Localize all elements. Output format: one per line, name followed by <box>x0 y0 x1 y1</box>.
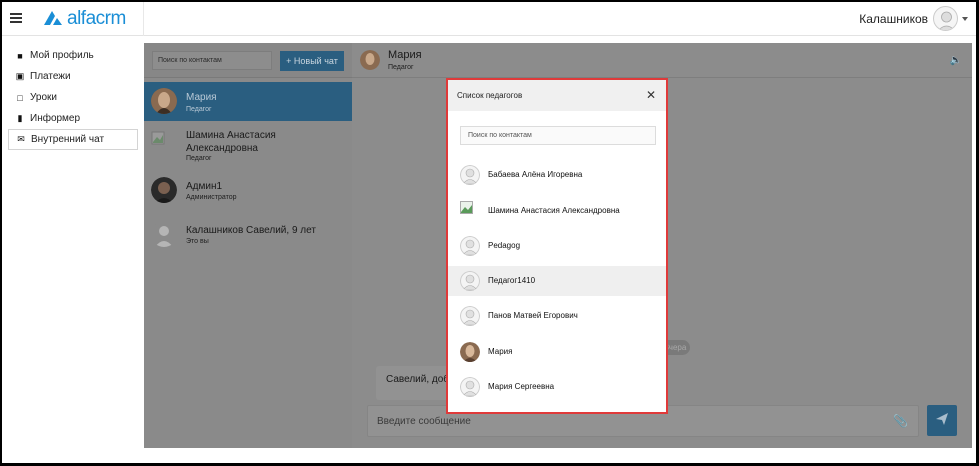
sidebar-item-lessons[interactable]: □ Уроки <box>8 87 138 108</box>
sidebar-item-label: Информер <box>30 113 81 124</box>
avatar <box>151 177 177 203</box>
sidebar-item-label: Внутренний чат <box>31 134 105 145</box>
send-icon <box>936 413 948 425</box>
list-item[interactable]: Панов Матвей Егорович <box>448 301 666 331</box>
sidebar-item-payments[interactable]: ▣ Платежи <box>8 66 138 87</box>
contact-role: Администратор <box>186 194 237 201</box>
avatar <box>460 271 480 291</box>
teacher-name: Бабаева Алёна Игоревна <box>488 170 583 179</box>
avatar <box>460 306 480 326</box>
paperclip-icon[interactable]: 📎 <box>893 414 908 428</box>
avatar <box>151 221 177 247</box>
sidebar-item-label: Уроки <box>30 92 57 103</box>
avatar <box>151 88 177 114</box>
sidebar-nav: ■ Мой профиль ▣ Платежи □ Уроки ▮ Информ… <box>8 45 138 150</box>
avatar <box>460 377 480 397</box>
search-input[interactable]: Поиск по контактам <box>152 51 272 70</box>
speaker-icon[interactable]: 🔈 <box>950 55 962 66</box>
contact-name: Шамина Анастасия Александровна <box>186 130 276 154</box>
logo-icon <box>44 11 62 25</box>
close-icon[interactable]: ✕ <box>646 88 656 102</box>
new-chat-button[interactable]: + Новый чат <box>280 51 344 71</box>
conversation-header: Мария Педагог 🔈 <box>352 43 972 78</box>
conversation-name: Мария <box>388 49 422 61</box>
modal-title: Список педагогов <box>457 91 523 100</box>
contacts-panel: Поиск по контактам + Новый чат Мария Пед… <box>144 43 352 448</box>
avatar <box>460 165 480 185</box>
money-icon: ▣ <box>15 71 25 81</box>
message-bubble: Савелий, добр <box>376 366 456 400</box>
teacher-name: Панов Матвей Егорович <box>488 311 578 320</box>
contact-role: Педагог <box>186 155 212 162</box>
sidebar-item-profile[interactable]: ■ Мой профиль <box>8 45 138 66</box>
sidebar-item-label: Мой профиль <box>30 50 94 61</box>
teacher-name: Педагог1410 <box>488 276 536 285</box>
list-item[interactable]: Шамина Анастасия Александровна <box>448 196 666 226</box>
avatar[interactable] <box>933 6 958 31</box>
list-item[interactable]: Админ1 Администратор <box>144 173 352 209</box>
list-item[interactable]: Pedagog <box>448 231 666 261</box>
menu-icon[interactable] <box>10 13 22 23</box>
app-window: alfacrm Калашников ■ Мой профиль ▣ Плате… <box>2 2 976 463</box>
chevron-down-icon[interactable] <box>962 17 968 21</box>
list-item[interactable]: Мария <box>448 337 666 367</box>
list-item[interactable]: Калашников Савелий, 9 лет Это вы <box>144 217 352 253</box>
message-placeholder: Введите сообщение <box>377 416 471 427</box>
avatar <box>460 236 480 256</box>
list-item[interactable]: Мария Сергеевна <box>448 372 666 402</box>
teacher-name: Шамина Анастасия Александровна <box>488 206 620 215</box>
send-button[interactable] <box>927 405 957 436</box>
user-name[interactable]: Калашников <box>859 12 928 26</box>
list-item[interactable]: Бабаева Алёна Игоревна <box>448 160 666 190</box>
sidebar-item-label: Платежи <box>30 71 71 82</box>
book-icon: ▮ <box>17 113 23 123</box>
envelope-icon: ✉ <box>17 134 25 144</box>
conversation-role: Педагог <box>388 64 414 71</box>
avatar <box>360 50 380 70</box>
person-icon: ■ <box>17 50 23 61</box>
broken-image-icon <box>151 131 165 145</box>
broken-image-icon <box>460 201 473 214</box>
list-item[interactable]: Мария Педагог <box>144 82 352 121</box>
search-input[interactable]: Поиск по контактам <box>460 126 656 145</box>
logo-area: alfacrm <box>2 2 144 36</box>
avatar <box>460 342 480 362</box>
contact-name: Мария <box>186 92 217 103</box>
contact-role: Педагог <box>186 106 212 113</box>
contacts-toolbar: Поиск по контактам + Новый чат <box>144 43 352 78</box>
calendar-icon: □ <box>17 92 23 103</box>
contact-role: Это вы <box>186 238 209 245</box>
modal-header: Список педагогов ✕ <box>448 80 666 111</box>
sidebar-item-informer[interactable]: ▮ Информер <box>8 108 138 129</box>
teacher-name: Мария Сергеевна <box>488 382 555 391</box>
top-header: alfacrm Калашников <box>2 2 976 36</box>
list-item[interactable]: Педагог1410 <box>448 266 666 296</box>
contact-name: Калашников Савелий, 9 лет <box>186 225 316 236</box>
teacher-name: Pedagog <box>488 241 521 250</box>
list-item[interactable]: Шамина Анастасия Александровна Педагог <box>144 125 352 169</box>
teacher-name: Мария <box>488 347 513 356</box>
teachers-modal: Список педагогов ✕ Поиск по контактам Ба… <box>446 78 668 414</box>
contact-name: Админ1 <box>186 181 223 192</box>
logo-text: alfacrm <box>67 8 126 29</box>
sidebar-item-chat[interactable]: ✉ Внутренний чат <box>8 129 138 150</box>
